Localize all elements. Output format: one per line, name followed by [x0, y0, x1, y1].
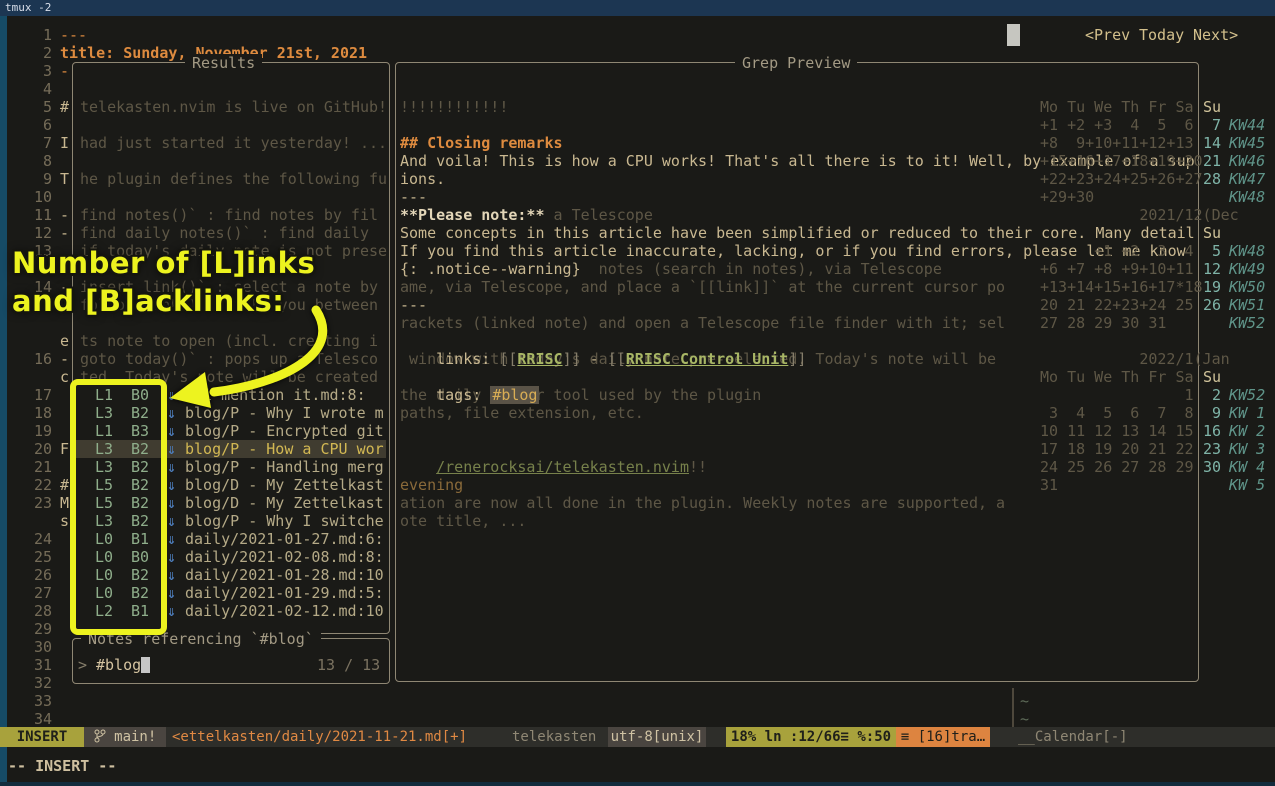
filetype-label: telekasten: [512, 727, 596, 747]
results-panel-title: Results: [185, 54, 262, 72]
note-name: blog/P - Encrypted git: [185, 422, 384, 440]
annotation-text-line2: and [B]acklinks:: [12, 284, 284, 318]
note-name: daily/2021-01-27.md:6:: [185, 530, 384, 548]
repo-url: /renerocksai/telekasten.nvim: [436, 458, 689, 476]
cursor-position-segment: 18% ln :12/66≡ %:50: [726, 727, 896, 747]
preview-tags-line: tags: #blog: [400, 368, 539, 422]
tag-chip: #blog: [490, 386, 539, 404]
preview-rule: ---: [400, 296, 427, 314]
wikilink: RRISC Control Unit: [626, 350, 789, 368]
prompt-cursor: [141, 657, 150, 673]
wikilink: RRISC: [517, 350, 562, 368]
wikilink-bracket: [[: [499, 350, 517, 368]
window-separator: [1012, 688, 1014, 727]
preview-line: ions.: [400, 170, 445, 188]
preview-rule: ---: [400, 188, 427, 206]
note-name: blog/D - My Zettelkast: [185, 476, 384, 494]
encoding-segment: utf-8[unix]: [608, 727, 706, 747]
preview-please-note: **Please note:**: [400, 206, 545, 224]
links-separator: -: [581, 350, 608, 368]
calendar-week-numbers-column: KW44 KW45 KW46 KW47 KW48 KW48 KW49 KW50 …: [1229, 26, 1265, 494]
wikilink-bracket: ]]: [788, 350, 806, 368]
git-branch-name: main!: [114, 729, 156, 745]
window-separator-highlight: [1007, 24, 1020, 46]
insert-mode-message: -- INSERT --: [8, 755, 116, 777]
tmux-status-bar: tmux -2: [0, 0, 1275, 16]
note-file-icon: ⇓: [167, 422, 176, 440]
git-branch-segment: main!: [84, 727, 166, 747]
note-file-icon: ⇓: [167, 548, 176, 566]
note-name: blog/P - How a CPU wor: [185, 440, 384, 458]
note-file-icon: ⇓: [167, 458, 176, 476]
file-path: <ettelkasten/daily/2021-11-21.md[+]: [172, 727, 467, 747]
prompt-symbol: >: [78, 656, 87, 674]
git-branch-icon: [94, 729, 106, 743]
note-file-icon: ⇓: [167, 530, 176, 548]
prompt-query: #blog: [96, 656, 141, 674]
calendar-sunday-days-column: 7 14 21 28 5 12 19 26 2 9 16 23 30: [1203, 26, 1221, 476]
whitespace-warning-segment: ≡ [16]tra…: [896, 727, 990, 747]
empty-line-tilde: ~: [1020, 710, 1029, 728]
note-file-icon: ⇓: [167, 494, 176, 512]
note-name: blog/D - My Zettelkast: [185, 494, 384, 512]
terminal-bottom-border: [0, 782, 1275, 786]
note-file-icon: ⇓: [167, 440, 176, 458]
empty-line-tilde: ~: [1020, 692, 1029, 710]
wikilink-bracket: ]]: [563, 350, 581, 368]
statusline: INSERT main! <ettelkasten/daily/2021-11-…: [0, 727, 1275, 747]
note-name: daily/2021-02-12.md:10: [185, 602, 384, 620]
line-number-gutter: 1 2 3 4 5 6 7 8 9 10 11 12 13 14 15 16 1…: [20, 26, 52, 728]
url-suffix: !!: [689, 458, 707, 476]
preview-notice: {: .notice--warning}: [400, 260, 581, 278]
note-file-icon: ⇓: [167, 512, 176, 530]
annotation-text-line1: Number of [L]inks: [12, 246, 315, 280]
note-name: daily/2021-01-29.md:5:: [185, 584, 384, 602]
tags-label: tags:: [436, 386, 490, 404]
tmux-title: tmux -2: [5, 1, 51, 14]
note-name: blog/P - Handling merg: [185, 458, 384, 476]
preview-heading: ## Closing remarks: [400, 134, 563, 152]
terminal-left-border: [0, 16, 7, 786]
note-name: daily/2021-01-28.md:10: [185, 566, 384, 584]
note-file-icon: ⇓: [167, 602, 176, 620]
wikilink-bracket: [[: [608, 350, 626, 368]
note-file-icon: ⇓: [167, 476, 176, 494]
links-label: links:: [436, 350, 499, 368]
mode-indicator: INSERT: [0, 727, 84, 747]
note-file-icon: ⇓: [167, 566, 176, 584]
results-counter: 13 / 13: [317, 656, 380, 674]
note-name: blog/P - Why I switche: [185, 512, 384, 530]
calendar-buffer-label: __Calendar[-]: [1018, 727, 1128, 747]
note-file-icon: ⇓: [167, 584, 176, 602]
terminal-screen: tmux -2 1 2 3 4 5 6 7 8 9 10 11 12 13 14…: [0, 0, 1275, 786]
preview-evening: evening: [400, 476, 463, 494]
note-name: daily/2021-02-08.md:8:: [185, 548, 384, 566]
